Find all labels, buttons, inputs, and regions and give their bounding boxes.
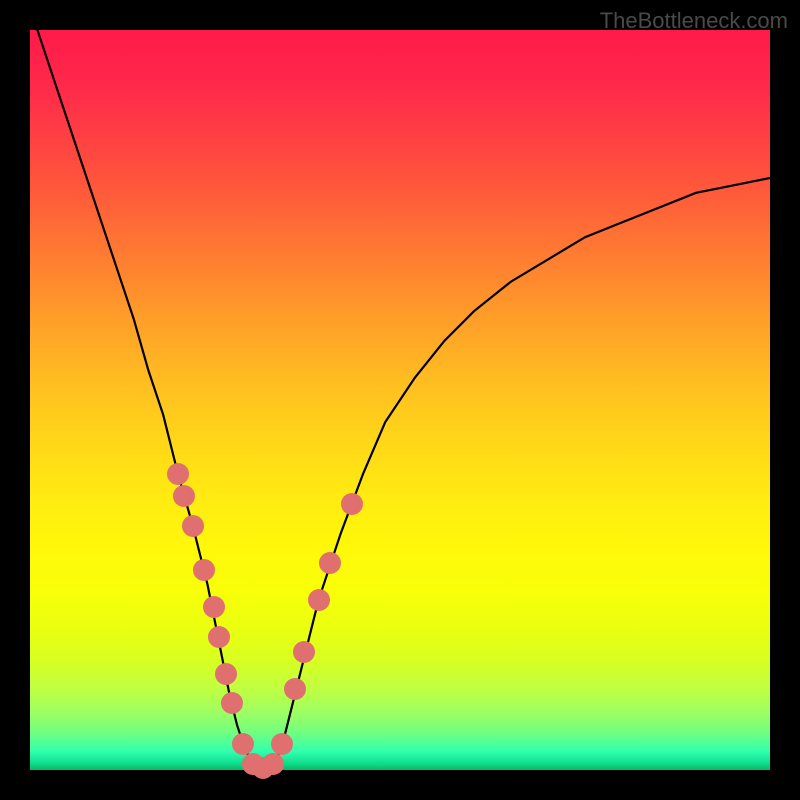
highlight-dot: [167, 463, 189, 485]
highlight-dot: [319, 552, 341, 574]
watermark-text: TheBottleneck.com: [600, 8, 788, 34]
highlight-dot: [232, 733, 254, 755]
highlight-dot: [173, 485, 195, 507]
highlight-dot: [193, 559, 215, 581]
plot-area: [30, 30, 770, 770]
highlight-dot: [262, 753, 284, 775]
highlight-dot: [203, 596, 225, 618]
highlight-dot: [215, 663, 237, 685]
highlight-dot: [284, 678, 306, 700]
dots-layer: [30, 30, 770, 770]
highlight-dot: [208, 626, 230, 648]
highlight-dot: [271, 733, 293, 755]
highlight-dot: [221, 692, 243, 714]
highlight-dot: [293, 641, 315, 663]
highlight-dot: [341, 493, 363, 515]
highlight-dot: [182, 515, 204, 537]
highlight-dot: [308, 589, 330, 611]
